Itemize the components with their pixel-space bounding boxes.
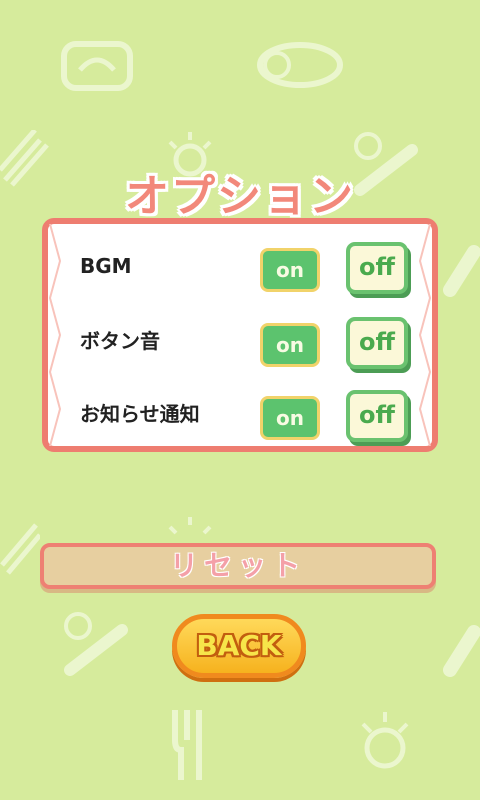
setting-row-button-sound: ボタン音 on off: [48, 311, 432, 371]
bgm-on-button[interactable]: on: [260, 248, 320, 292]
scale-icon: [60, 40, 134, 92]
setting-label-bgm: BGM: [80, 254, 132, 278]
cutlery-icon: [165, 710, 225, 780]
setting-label-button-sound: ボタン音: [80, 329, 160, 353]
button-sound-on-button[interactable]: on: [260, 323, 320, 367]
settings-panel: BGM on off ボタン音 on off お知らせ通知 on off: [42, 218, 438, 452]
page-title: オプション: [125, 171, 355, 222]
reset-button[interactable]: リセット: [40, 543, 436, 589]
bottle-icon: [440, 620, 480, 680]
notification-on-button[interactable]: on: [260, 396, 320, 440]
notification-off-button[interactable]: off: [346, 390, 408, 442]
smiley-icon: [255, 40, 345, 90]
button-sound-off-button[interactable]: off: [346, 317, 408, 369]
setting-row-notification: お知らせ通知 on off: [48, 384, 432, 444]
baseball-bat-icon: [60, 610, 130, 680]
bgm-off-button[interactable]: off: [346, 242, 408, 294]
setting-label-notification: お知らせ通知: [80, 402, 200, 426]
bottle-icon: [440, 240, 480, 300]
lightbulb-icon: [355, 710, 415, 780]
back-button[interactable]: BACK: [172, 614, 306, 678]
spring-icon: [0, 515, 40, 575]
setting-row-bgm: BGM on off: [48, 236, 432, 296]
